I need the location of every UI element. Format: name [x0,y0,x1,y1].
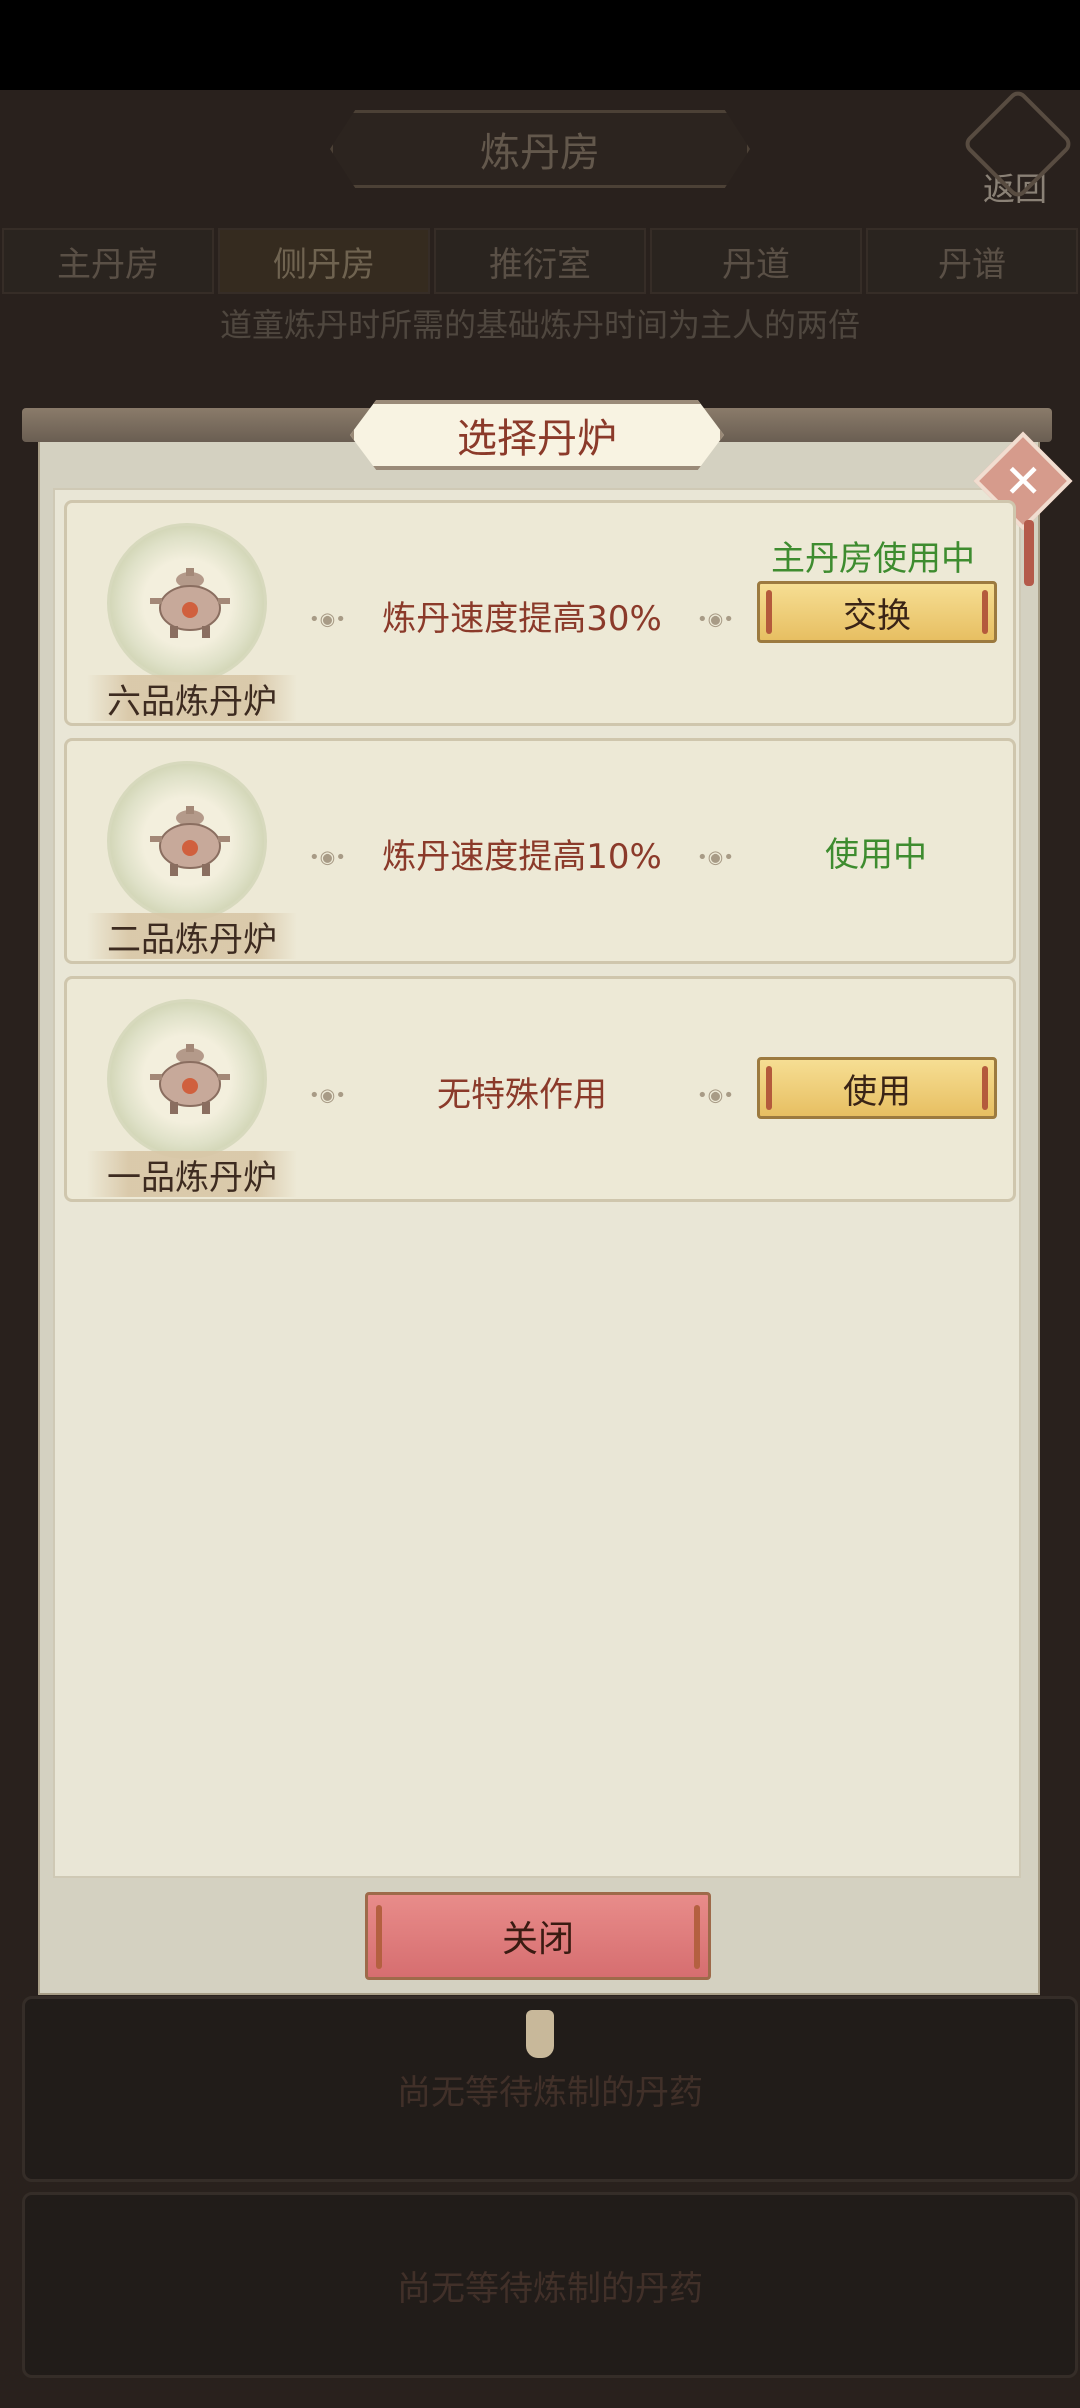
ornament-icon: •◉• [697,609,734,630]
ornament-icon: •◉• [697,1085,734,1106]
swap-button[interactable]: 交换 [757,581,997,643]
furnace-effect: 炼丹速度提高10% [382,837,662,877]
ornament-icon: •◉• [309,609,346,630]
furnace-row: 二品炼丹炉 •◉• 炼丹速度提高10% •◉• 使用中 [64,738,1016,964]
furnace-icon [150,806,230,876]
status-bar [0,0,1080,90]
modal-title-plate: 选择丹炉 [350,400,724,470]
furnace-name: 六品炼丹炉 [87,675,297,722]
modal-title: 选择丹炉 [457,416,617,462]
furnace-row: 一品炼丹炉 •◉• 无特殊作用 •◉• 使用 [64,976,1016,1202]
furnace-row: 六品炼丹炉 •◉• 炼丹速度提高30% •◉• 主丹房使用中 交换 [64,500,1016,726]
furnace-icon [150,568,230,638]
furnace-ring [107,761,267,921]
close-button[interactable]: 关闭 [365,1892,711,1980]
furnace-status: 使用中 [825,835,927,875]
use-button[interactable]: 使用 [757,1057,997,1119]
ornament-icon: •◉• [309,847,346,868]
furnace-name: 二品炼丹炉 [87,913,297,960]
tassel-decoration [1024,520,1034,586]
furnace-effect: 无特殊作用 [437,1075,607,1115]
bell-decoration-icon [526,2010,554,2058]
ornament-icon: •◉• [309,1085,346,1106]
furnace-effect: 炼丹速度提高30% [382,599,662,639]
furnace-ring [107,999,267,1159]
furnace-name: 一品炼丹炉 [87,1151,297,1198]
ornament-icon: •◉• [697,847,734,868]
furnace-status: 主丹房使用中 [771,539,975,579]
furnace-icon [150,1044,230,1114]
furnace-ring [107,523,267,683]
